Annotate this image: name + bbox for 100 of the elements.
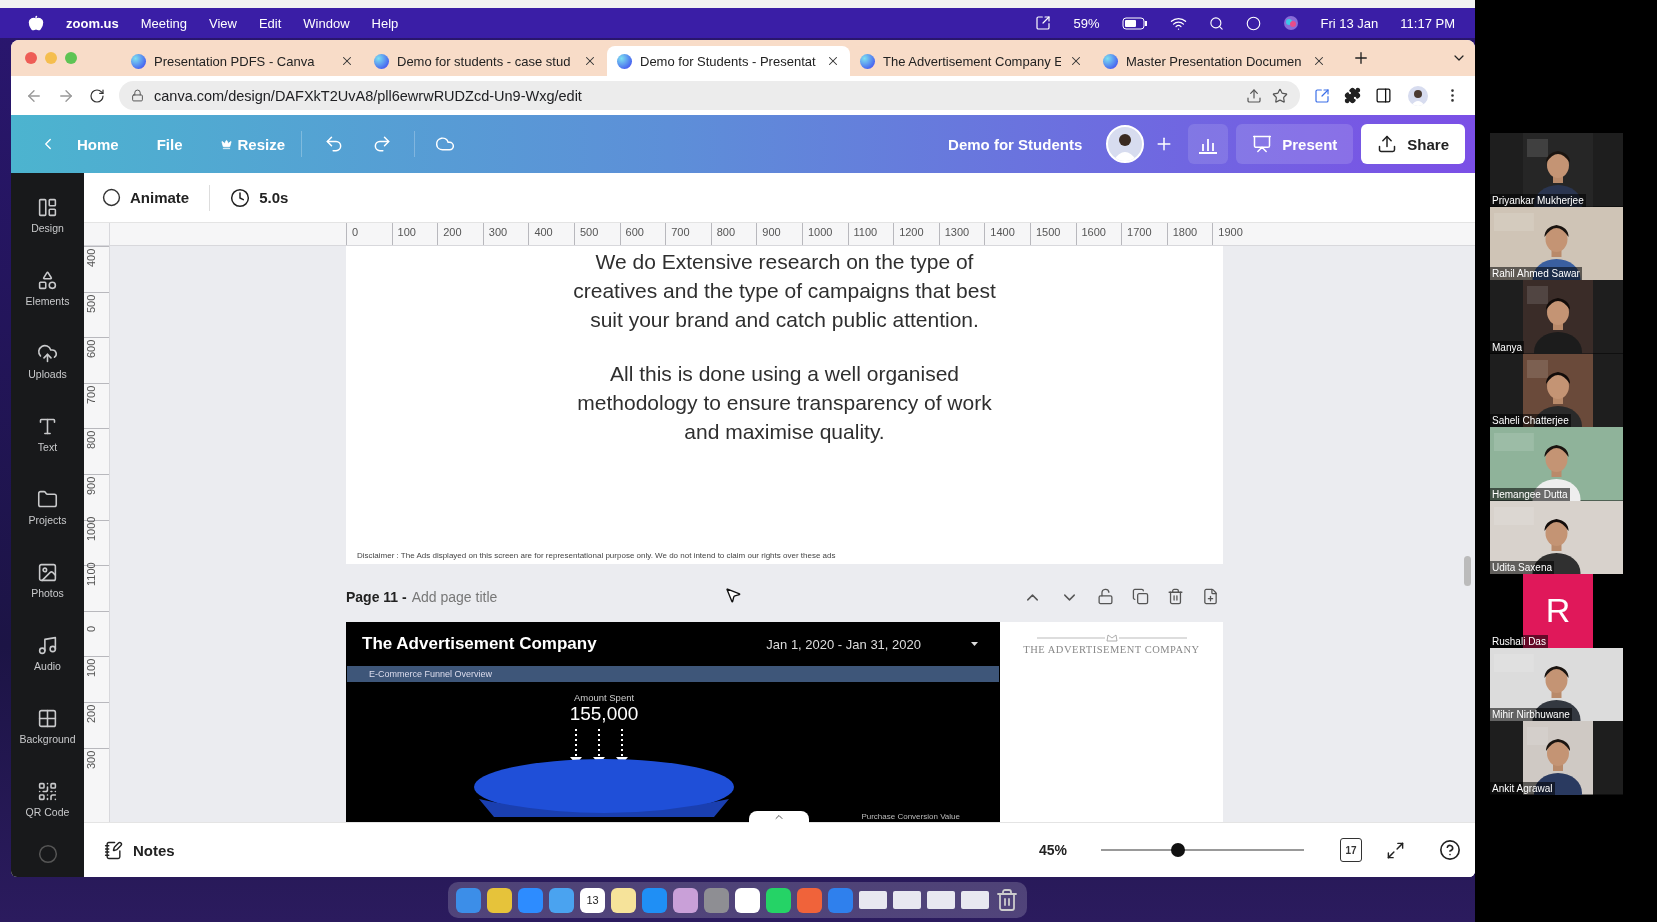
animate-button[interactable]: Animate [98, 184, 194, 211]
close-icon[interactable] [826, 54, 840, 68]
present-button[interactable]: Present [1236, 124, 1354, 164]
sidebar-item[interactable]: Design [11, 179, 84, 252]
participant-name: Rushali Das [1490, 634, 1548, 648]
menu-item[interactable]: Meeting [140, 15, 187, 31]
app-icon[interactable] [487, 887, 512, 913]
page-count-button[interactable]: 17 [1340, 838, 1362, 862]
sidebar-item[interactable]: Uploads [11, 325, 84, 398]
new-tab-icon[interactable] [1352, 49, 1370, 67]
trash-icon[interactable] [995, 888, 1019, 912]
browser-tab[interactable]: Master Presentation Documen [1093, 46, 1336, 76]
ruler-label: 1900 [1212, 223, 1258, 245]
lock-icon[interactable] [1097, 587, 1114, 605]
menu-item[interactable]: Edit [258, 15, 282, 31]
battery-icon[interactable] [1121, 16, 1148, 30]
address-bar[interactable]: canva.com/design/DAFXkT2UvA8/pll6ewrwRUDZcd-Un9-Wxg/edit [119, 81, 1300, 110]
puzzle-icon[interactable] [1344, 87, 1361, 104]
logo-text: THE ADVERTISEMENT COMPANY [1023, 644, 1200, 655]
ruler-label: 1500 [1029, 223, 1076, 245]
layout-icon [37, 197, 58, 218]
pattern-icon [37, 708, 58, 729]
app-menu[interactable]: zoom.us [66, 15, 119, 31]
metric-value: 155,000 [569, 703, 639, 725]
ruler-label: 800 [85, 431, 97, 450]
delete-icon[interactable] [1167, 587, 1184, 605]
metric-label: Amount Spent [573, 692, 635, 703]
close-icon[interactable] [1069, 54, 1083, 68]
menu-item[interactable]: View [209, 15, 237, 31]
zoom-percent[interactable]: 45% [1039, 842, 1089, 858]
duplicate-icon[interactable] [1132, 587, 1149, 605]
share-button[interactable]: Share [1361, 124, 1465, 164]
search-icon[interactable] [1208, 15, 1224, 31]
app-icon[interactable] [735, 887, 760, 913]
slide-page[interactable] [346, 246, 1223, 564]
participant-name: Manya [1490, 340, 1524, 354]
menu-item[interactable]: Window [303, 15, 350, 31]
window-thumbnail[interactable] [961, 891, 989, 909]
browser-tab[interactable]: Demo for Students - Presentat [607, 46, 850, 76]
apple-icon[interactable] [28, 15, 44, 31]
sidebar-item[interactable]: QR Code [11, 763, 84, 836]
reload-icon[interactable] [89, 87, 105, 104]
help-icon[interactable] [1439, 839, 1461, 861]
app-icon[interactable] [766, 887, 791, 913]
menu-item[interactable]: Help [371, 15, 399, 31]
slider-thumb[interactable] [1171, 843, 1186, 857]
canva-logo-icon [860, 53, 875, 69]
lock-icon [131, 89, 144, 102]
date-range: Jan 1, 2020 - Jan 31, 2020 [766, 636, 921, 652]
disclaimer-text: Disclaimer : The Ads displayed on this screen are for representational purpose only. We do not intend to claim our rights over these ads [357, 551, 836, 560]
app-icon[interactable] [673, 887, 698, 913]
duration-button[interactable]: 5.0s [226, 183, 293, 212]
ruler-label: 400 [85, 248, 97, 267]
sidebar-icon[interactable] [1375, 87, 1392, 104]
sidebar-item[interactable]: Text [11, 398, 84, 471]
design-title[interactable]: Demo for Students [948, 135, 1083, 153]
sidebar-item[interactable]: Audio [11, 617, 84, 690]
slide-page[interactable]: The Advertisement Company Jan 1, 2020 - Jan 31, 2020 E-Commerce Funnel Overview Amount Spent 155,000 Purchase Conversion Value THE ADVERTISEMENT COMPANY [346, 622, 1223, 822]
browser-tab[interactable]: Demo for students - case stud [364, 46, 607, 76]
ruler-label: 1000 [801, 223, 848, 245]
ruler-label: 1700 [1121, 223, 1167, 245]
browser-tab[interactable]: Presentation PDFS - Canva [121, 46, 364, 76]
fullscreen-icon[interactable] [1386, 840, 1405, 860]
sidebar-item[interactable]: Photos [11, 544, 84, 617]
close-icon[interactable] [1312, 54, 1326, 68]
participant-name: Mihir Nirbhuwane [1490, 708, 1572, 721]
siri-icon[interactable] [1282, 15, 1299, 31]
notes-button[interactable]: Notes [98, 839, 181, 861]
calendar-icon[interactable]: 13 [580, 887, 605, 913]
bookmark-icon[interactable] [1272, 87, 1288, 104]
app-icon[interactable] [611, 887, 636, 913]
ruler-label: 0 [346, 223, 392, 245]
sidebar-item[interactable]: Projects [11, 471, 84, 544]
insights-button[interactable] [1188, 124, 1229, 164]
close-icon[interactable] [340, 54, 354, 68]
ruler-label: 100 [391, 223, 438, 245]
sidebar-item[interactable]: Elements [11, 252, 84, 325]
close-window-button[interactable] [25, 52, 37, 64]
ruler-label: 600 [85, 339, 97, 359]
window-thumbnail[interactable] [927, 891, 955, 909]
scrollbar-thumb[interactable] [1464, 556, 1471, 586]
add-page-icon[interactable] [1202, 587, 1219, 605]
sidebar-item[interactable]: Background [11, 690, 84, 763]
menu-clock[interactable]: 11:17 PM [1400, 15, 1455, 31]
chart-label: Purchase Conversion Value [861, 812, 960, 821]
ruler-label: 1800 [1166, 223, 1213, 245]
crown-divider-icon [1036, 634, 1187, 642]
expand-pages-button[interactable] [749, 811, 809, 823]
menu-date[interactable]: Fri 13 Jan [1320, 15, 1379, 31]
participant-name: Saheli Chatterjee [1490, 414, 1571, 427]
ruler-label: 1300 [938, 223, 985, 245]
share-page-icon[interactable] [1246, 87, 1262, 104]
dashboard-title: The Advertisement Company [362, 634, 597, 654]
ruler-label: 900 [85, 476, 97, 495]
user-avatar[interactable] [1106, 125, 1145, 163]
window-thumbnail[interactable] [893, 891, 921, 909]
window-thumbnail[interactable] [859, 891, 887, 909]
close-icon[interactable] [583, 54, 597, 68]
cloud-icon[interactable] [435, 134, 456, 154]
page-title-field[interactable]: Add page title [411, 589, 498, 605]
